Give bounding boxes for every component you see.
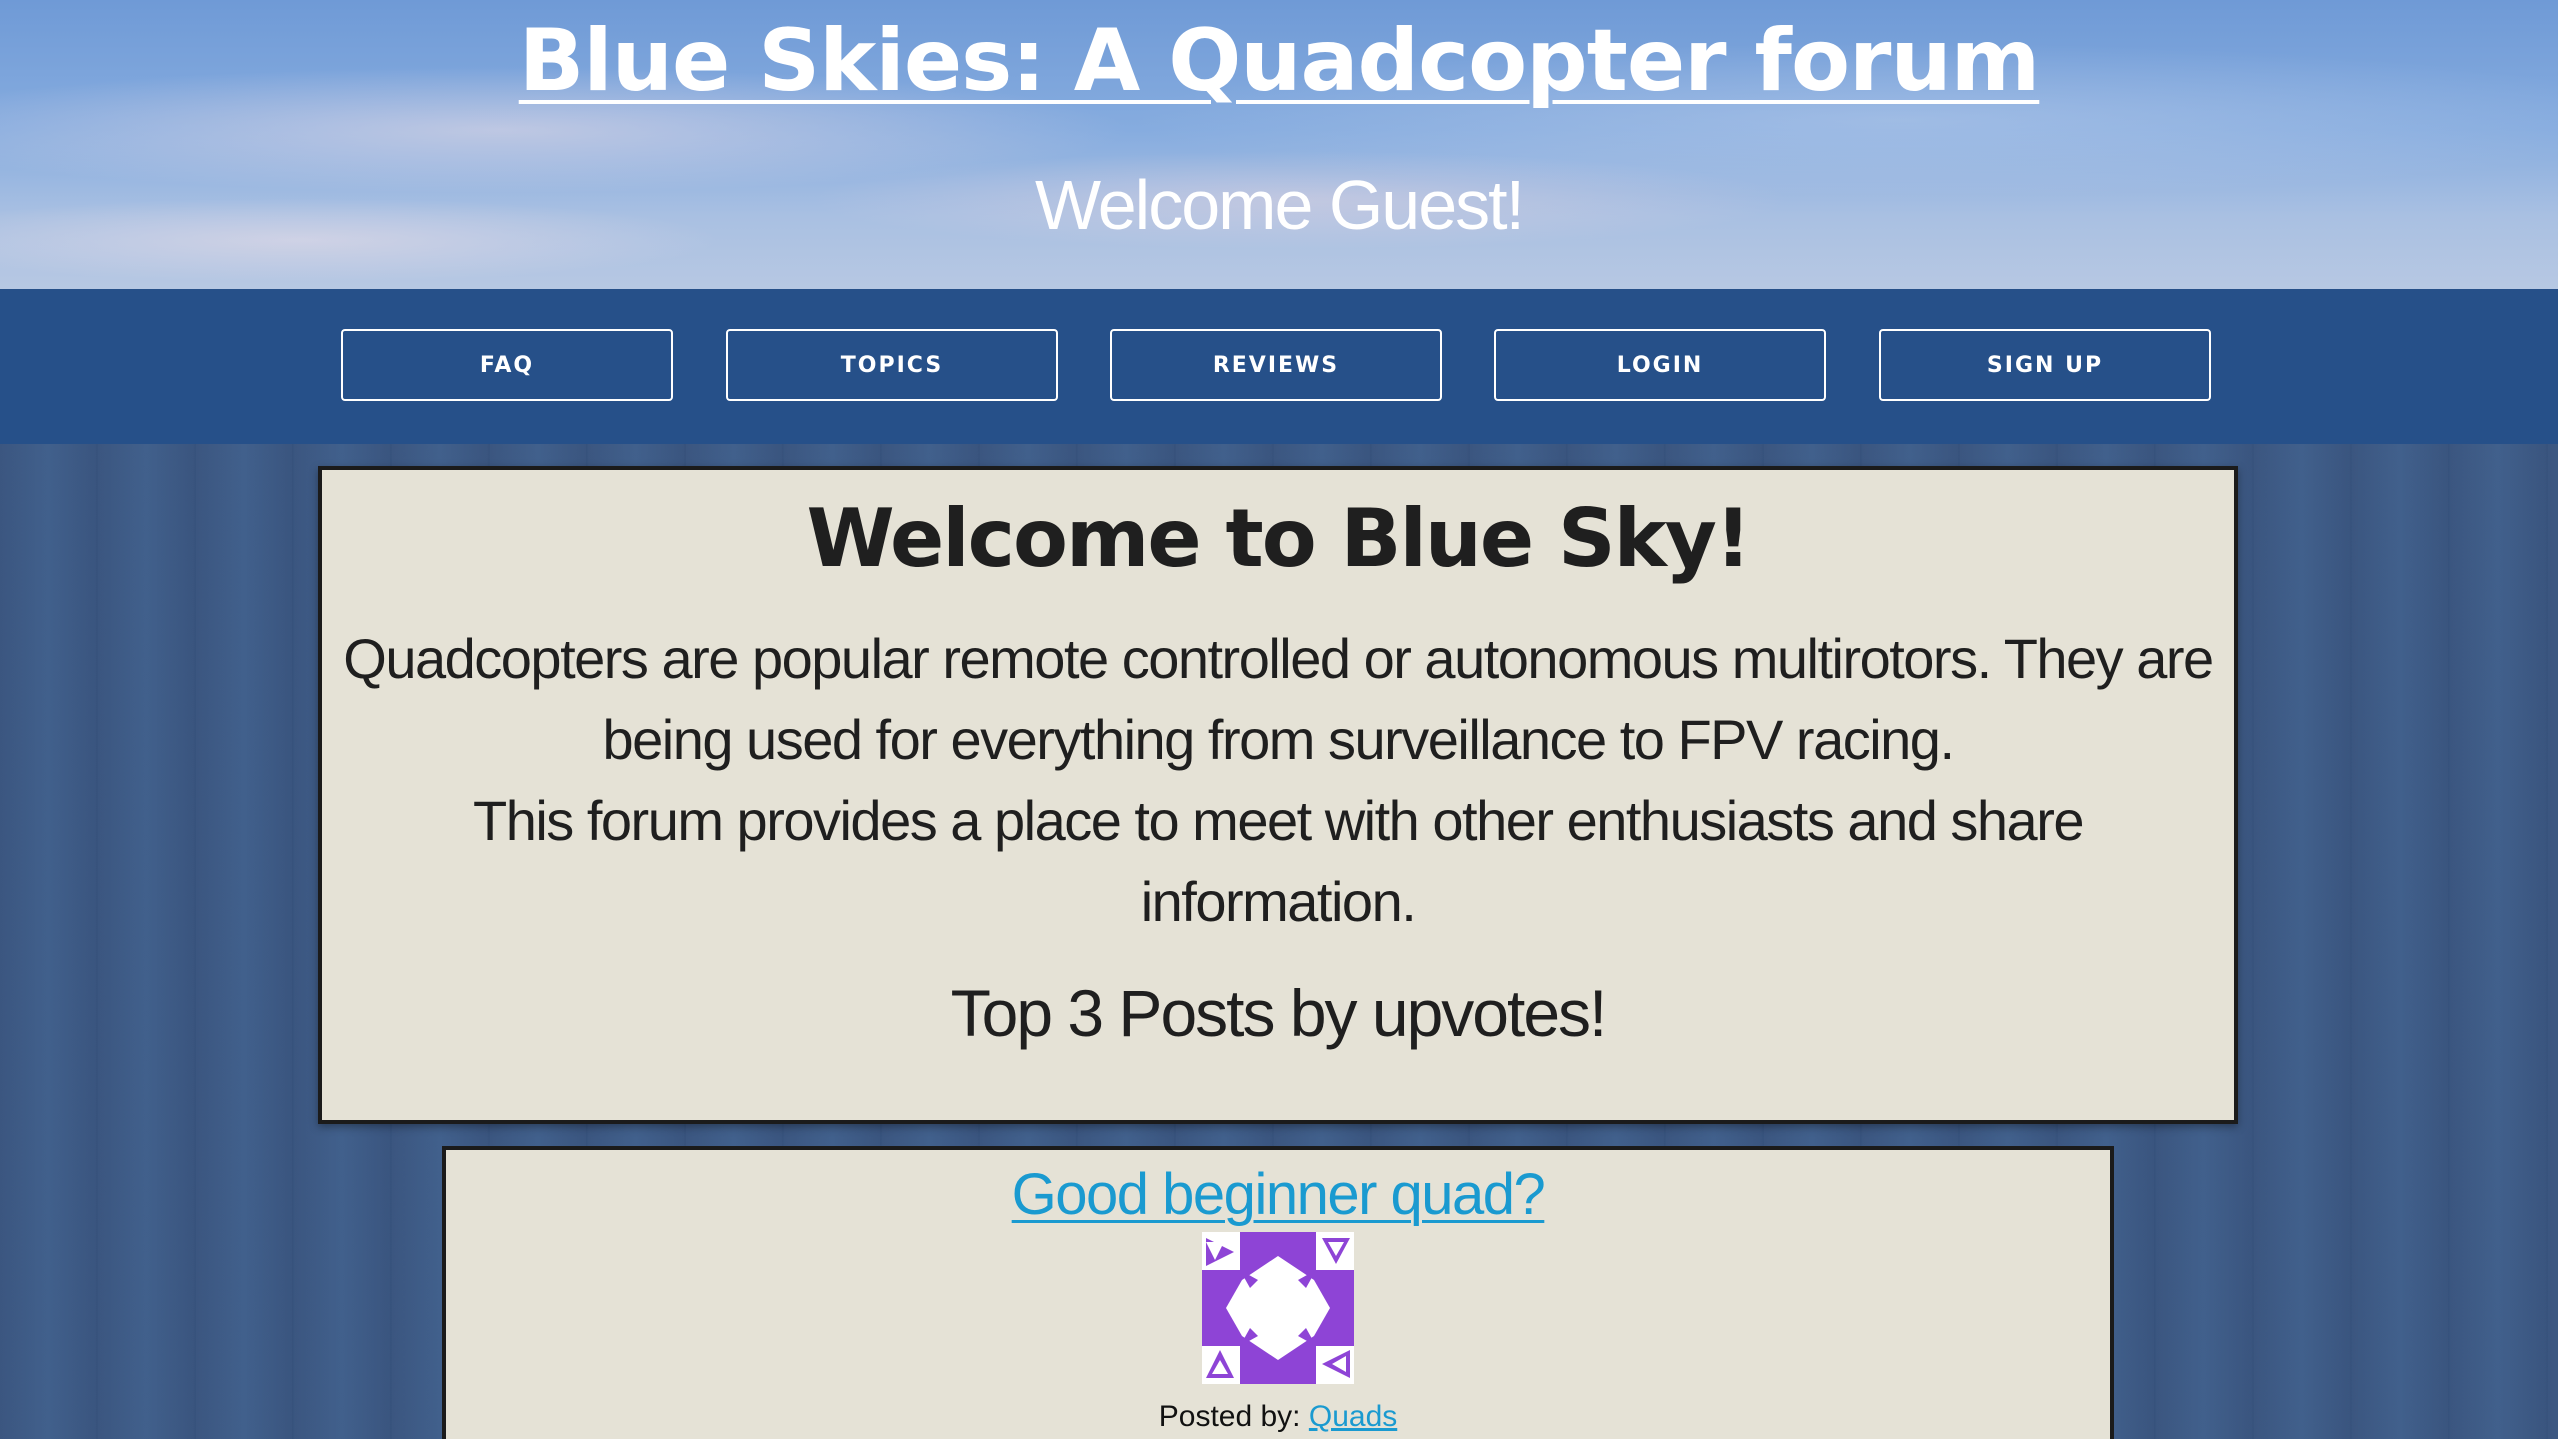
nav-reviews-button[interactable]: REVIEWS	[1110, 329, 1442, 401]
intro-paragraph: Quadcopters are popular remote controlle…	[343, 627, 2214, 771]
post-meta: Posted by: Quads	[446, 1400, 2110, 1434]
purpose-paragraph: This forum provides a place to meet with…	[473, 789, 2085, 933]
post-card: Good beginner quad? Posted by: Quads	[442, 1146, 2114, 1439]
site-title-link[interactable]: Blue Skies: A Quadcopter forum	[0, 6, 2558, 116]
nav-faq-button[interactable]: FAQ	[341, 329, 673, 401]
site-header: Blue Skies: A Quadcopter forum Welcome G…	[0, 0, 2558, 289]
nav-signup-button[interactable]: SIGN UP	[1879, 329, 2211, 401]
welcome-panel: Welcome to Blue Sky! Quadcopters are pop…	[318, 466, 2238, 1124]
nav-login-button[interactable]: LOGIN	[1494, 329, 1826, 401]
post-title-link[interactable]: Good beginner quad?	[1012, 1160, 1546, 1230]
welcome-intro-text: Quadcopters are popular remote controlle…	[342, 618, 2214, 942]
nav-topics-button[interactable]: TOPICS	[726, 329, 1058, 401]
identicon-avatar-icon	[1202, 1232, 1354, 1384]
top-posts-heading: Top 3 Posts by upvotes!	[950, 976, 1608, 1050]
welcome-guest-text: Welcome Guest!	[1034, 166, 1525, 244]
posted-by-label: Posted by:	[1158, 1400, 1301, 1433]
welcome-heading: Welcome to Blue Sky!	[806, 492, 1752, 585]
post-author-link[interactable]: Quads	[1309, 1400, 1397, 1433]
main-nav: FAQ TOPICS REVIEWS LOGIN SIGN UP	[0, 289, 2558, 444]
